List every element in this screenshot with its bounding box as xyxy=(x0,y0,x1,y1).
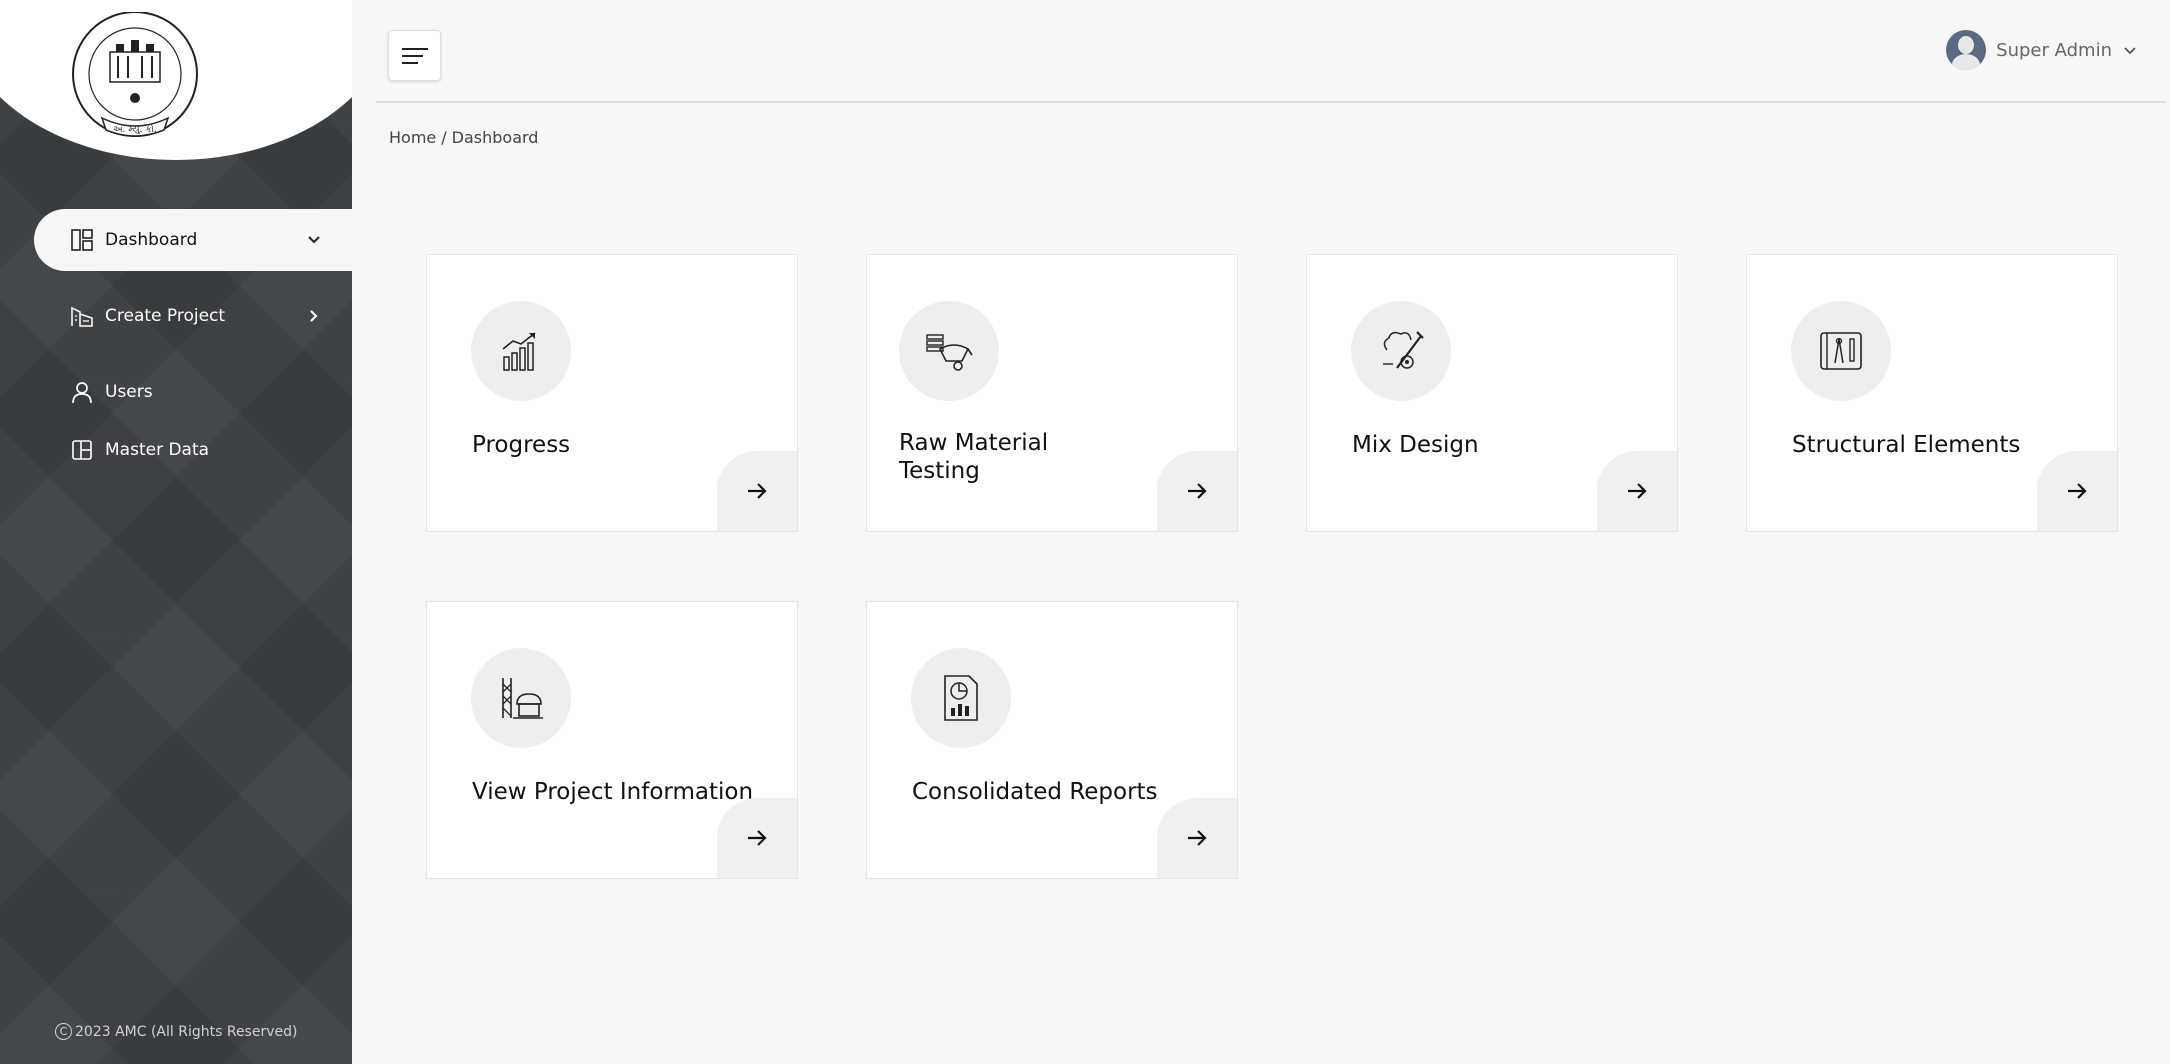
card-icon-circle xyxy=(1351,301,1451,401)
arrow-right-icon xyxy=(1628,483,1647,499)
sidebar-item-dashboard[interactable]: Dashboard xyxy=(34,209,352,271)
card-progress[interactable]: Progress xyxy=(426,254,798,532)
card-arrow[interactable] xyxy=(1157,798,1237,878)
breadcrumb-current: Dashboard xyxy=(451,128,539,147)
sidebar-item-master-data[interactable]: Master Data xyxy=(0,419,352,481)
avatar xyxy=(1946,30,1987,70)
user-icon xyxy=(72,382,92,404)
sidebar-footer: C 2023 AMC (All Rights Reserved) xyxy=(55,1023,297,1040)
card-arrow[interactable] xyxy=(2037,451,2117,531)
sidebar-item-label: Users xyxy=(105,382,153,402)
sidebar-item-label: Create Project xyxy=(105,306,226,326)
svg-text:અ. મ્યુ. કો.: અ. મ્યુ. કો. xyxy=(113,123,157,135)
sidebar-item-label: Dashboard xyxy=(105,230,198,250)
card-icon-circle xyxy=(911,648,1011,748)
sidebar: અ. મ્યુ. કો. Dashboard Create Project Us… xyxy=(0,0,352,1064)
building-icon xyxy=(71,306,93,327)
user-menu[interactable]: Super Admin xyxy=(1946,30,2138,70)
card-structural-elements[interactable]: Structural Elements xyxy=(1746,254,2118,532)
footer-text: 2023 AMC (All Rights Reserved) xyxy=(75,1023,298,1040)
arrow-right-icon xyxy=(748,483,767,499)
arrow-right-icon xyxy=(1188,830,1207,846)
arrow-right-icon xyxy=(1188,483,1207,499)
card-icon-circle xyxy=(471,648,571,748)
card-title: Progress xyxy=(472,432,571,458)
chevron-down-icon xyxy=(2124,47,2136,55)
progress-chart-icon xyxy=(502,332,536,371)
card-arrow[interactable] xyxy=(1157,451,1237,531)
chevron-down-icon xyxy=(308,236,320,244)
arrow-right-icon xyxy=(748,830,767,846)
card-arrow[interactable] xyxy=(1597,451,1677,531)
hamburger-icon xyxy=(401,47,428,64)
logo-backdrop: અ. મ્યુ. કો. xyxy=(0,0,352,160)
breadcrumb: Home / Dashboard xyxy=(389,128,538,147)
card-icon-circle xyxy=(1791,301,1891,401)
card-title: Mix Design xyxy=(1352,432,1479,458)
sidebar-item-label: Master Data xyxy=(105,440,210,460)
card-arrow[interactable] xyxy=(717,798,797,878)
card-icon-circle xyxy=(471,301,571,401)
card-title: Consolidated Reports xyxy=(912,779,1158,805)
copyright-icon: C xyxy=(55,1023,72,1040)
chevron-right-icon xyxy=(310,310,318,322)
blueprint-icon xyxy=(1820,332,1862,370)
user-name: Super Admin xyxy=(1996,39,2112,61)
card-arrow[interactable] xyxy=(717,451,797,531)
sidebar-nav: Dashboard Create Project Users Master Da… xyxy=(0,209,352,481)
breadcrumb-home[interactable]: Home xyxy=(389,128,436,147)
card-mix-design[interactable]: Mix Design xyxy=(1306,254,1678,532)
dashboard-icon xyxy=(71,229,93,251)
menu-toggle-button[interactable] xyxy=(388,30,441,81)
sidebar-item-create-project[interactable]: Create Project xyxy=(0,285,352,347)
master-data-icon xyxy=(72,440,92,460)
report-icon xyxy=(944,675,978,721)
raw-material-icon xyxy=(926,334,973,371)
mix-design-icon xyxy=(1383,331,1424,369)
arrow-right-icon xyxy=(2068,483,2087,499)
breadcrumb-separator: / xyxy=(441,128,447,147)
card-title: Structural Elements xyxy=(1792,432,2021,458)
card-title-line: Raw Material xyxy=(899,430,1049,456)
sidebar-item-users[interactable]: Users xyxy=(0,361,352,423)
card-title: Raw Material Testing xyxy=(899,429,1048,485)
card-raw-material-testing[interactable]: Raw Material Testing xyxy=(866,254,1238,532)
header-divider xyxy=(376,101,2166,103)
card-title: View Project Information xyxy=(472,779,754,805)
card-title-line: Testing xyxy=(899,458,980,484)
card-view-project-information[interactable]: View Project Information xyxy=(426,601,798,879)
amc-logo: અ. મ્યુ. કો. xyxy=(72,12,198,137)
card-consolidated-reports[interactable]: Consolidated Reports xyxy=(866,601,1238,879)
construction-icon xyxy=(502,678,543,719)
card-icon-circle xyxy=(899,301,999,401)
